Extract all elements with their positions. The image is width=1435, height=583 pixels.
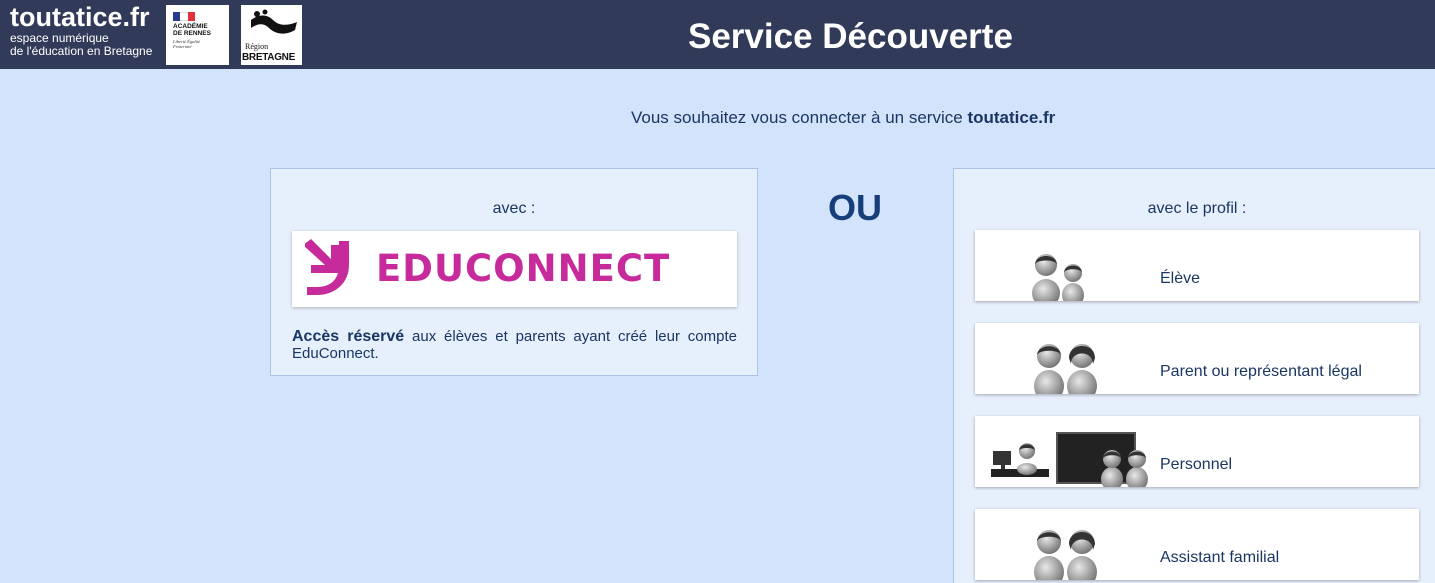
academie-rennes-logo: ACADÉMIE DE RENNES Liberté Égalité Frate… [166,5,229,65]
access-notice: Accès réservé aux élèves et parents ayan… [292,328,737,362]
profile-parent-label: Parent ou représentant légal [1160,363,1362,380]
profile-assistant-label: Assistant familial [1160,549,1280,566]
header-bar: toutatice.fr espace numérique de l'éduca… [0,0,1435,69]
academie-line2: DE RENNES [173,30,211,37]
educonnect-button[interactable]: EDUCONNECT [292,231,737,307]
profile-parent-button[interactable]: Parent ou représentant légal [975,323,1419,394]
parents-icon [1034,344,1097,394]
profile-personnel-button[interactable]: Personnel [975,416,1419,487]
profile-personnel-label: Personnel [1160,456,1233,473]
intro-brand: toutatice.fr [967,108,1056,127]
page-title: Service Découverte [688,17,1013,56]
avec-profil-label: avec le profil : [1147,200,1247,217]
brand-title: toutatice.fr [10,2,150,32]
intro-text: Vous souhaitez vous connecter à un servi… [631,108,1055,128]
ou-separator: OU [828,187,882,228]
french-flag-icon [173,12,195,21]
profile-assistant-button[interactable]: Assistant familial [975,509,1419,580]
academie-motto: Liberté Égalité Fraternité [173,39,201,49]
region-label: Région [245,42,269,51]
profile-panel: avec le profil : Élève Parent ou représe… [953,168,1435,583]
profile-eleve-label: Élève [1160,270,1201,287]
educonnect-arrow-icon [305,239,349,295]
brand-logo[interactable]: toutatice.fr espace numérique de l'éduca… [10,2,152,58]
student-icon [1032,254,1084,301]
brand-subtitle-2: de l'éducation en Bretagne [10,44,153,58]
access-notice-bold: Accès réservé [292,328,405,345]
staff-icon [991,432,1148,487]
region-name: BRETAGNE [242,52,295,63]
educonnect-panel: avec : EDUCONNECT Accès réservé aux élèv… [270,168,758,376]
avec-label: avec : [492,200,536,217]
ermine-icon [251,9,297,34]
educonnect-label: EDUCONNECT [376,247,671,290]
intro-text-main: Vous souhaitez vous connecter à un servi… [631,108,968,127]
assistant-icon [1034,530,1097,580]
academie-line1: ACADÉMIE [173,23,208,30]
profile-eleve-button[interactable]: Élève [975,230,1419,301]
region-bretagne-logo: Région BRETAGNE [241,5,302,65]
